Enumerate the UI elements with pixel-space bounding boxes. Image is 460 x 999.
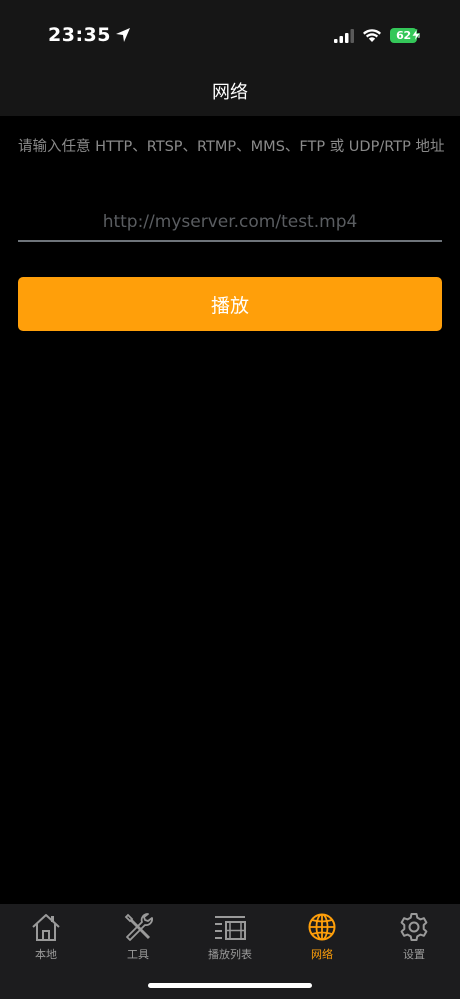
tab-network[interactable]: 网络 bbox=[276, 910, 368, 970]
tab-playlist[interactable]: 播放列表 bbox=[184, 910, 276, 970]
status-indicators: 62 bbox=[334, 28, 420, 43]
tab-tools-label: 工具 bbox=[127, 948, 149, 961]
tab-tools[interactable]: 工具 bbox=[92, 910, 184, 970]
tools-icon bbox=[124, 913, 153, 941]
globe-icon bbox=[308, 913, 336, 941]
page-title: 网络 bbox=[212, 82, 248, 103]
home-icon bbox=[32, 914, 60, 941]
tab-playlist-label: 播放列表 bbox=[208, 948, 252, 961]
url-input[interactable] bbox=[18, 204, 442, 242]
cellular-signal-icon bbox=[334, 28, 354, 43]
tab-settings[interactable]: 设置 bbox=[368, 910, 460, 970]
location-arrow-icon bbox=[115, 28, 130, 42]
home-indicator[interactable] bbox=[148, 983, 312, 988]
play-button[interactable]: 播放 bbox=[18, 277, 442, 331]
wifi-icon bbox=[363, 29, 381, 42]
tab-local[interactable]: 本地 bbox=[0, 910, 92, 970]
url-instruction-text: 请输入任意 HTTP、RTSP、RTMP、MMS、FTP 或 UDP/RTP 地… bbox=[18, 139, 445, 155]
status-time-text: 23:35 bbox=[48, 24, 111, 46]
top-bar: 23:35 62 网络 bbox=[0, 0, 460, 116]
tab-local-label: 本地 bbox=[35, 948, 57, 961]
playlist-icon bbox=[215, 916, 246, 940]
status-time: 23:35 bbox=[48, 24, 131, 46]
charging-bolt-icon bbox=[412, 29, 420, 41]
gear-icon bbox=[400, 913, 428, 941]
tab-network-label: 网络 bbox=[311, 948, 333, 961]
tab-settings-label: 设置 bbox=[403, 948, 425, 961]
battery-indicator: 62 bbox=[390, 28, 420, 43]
